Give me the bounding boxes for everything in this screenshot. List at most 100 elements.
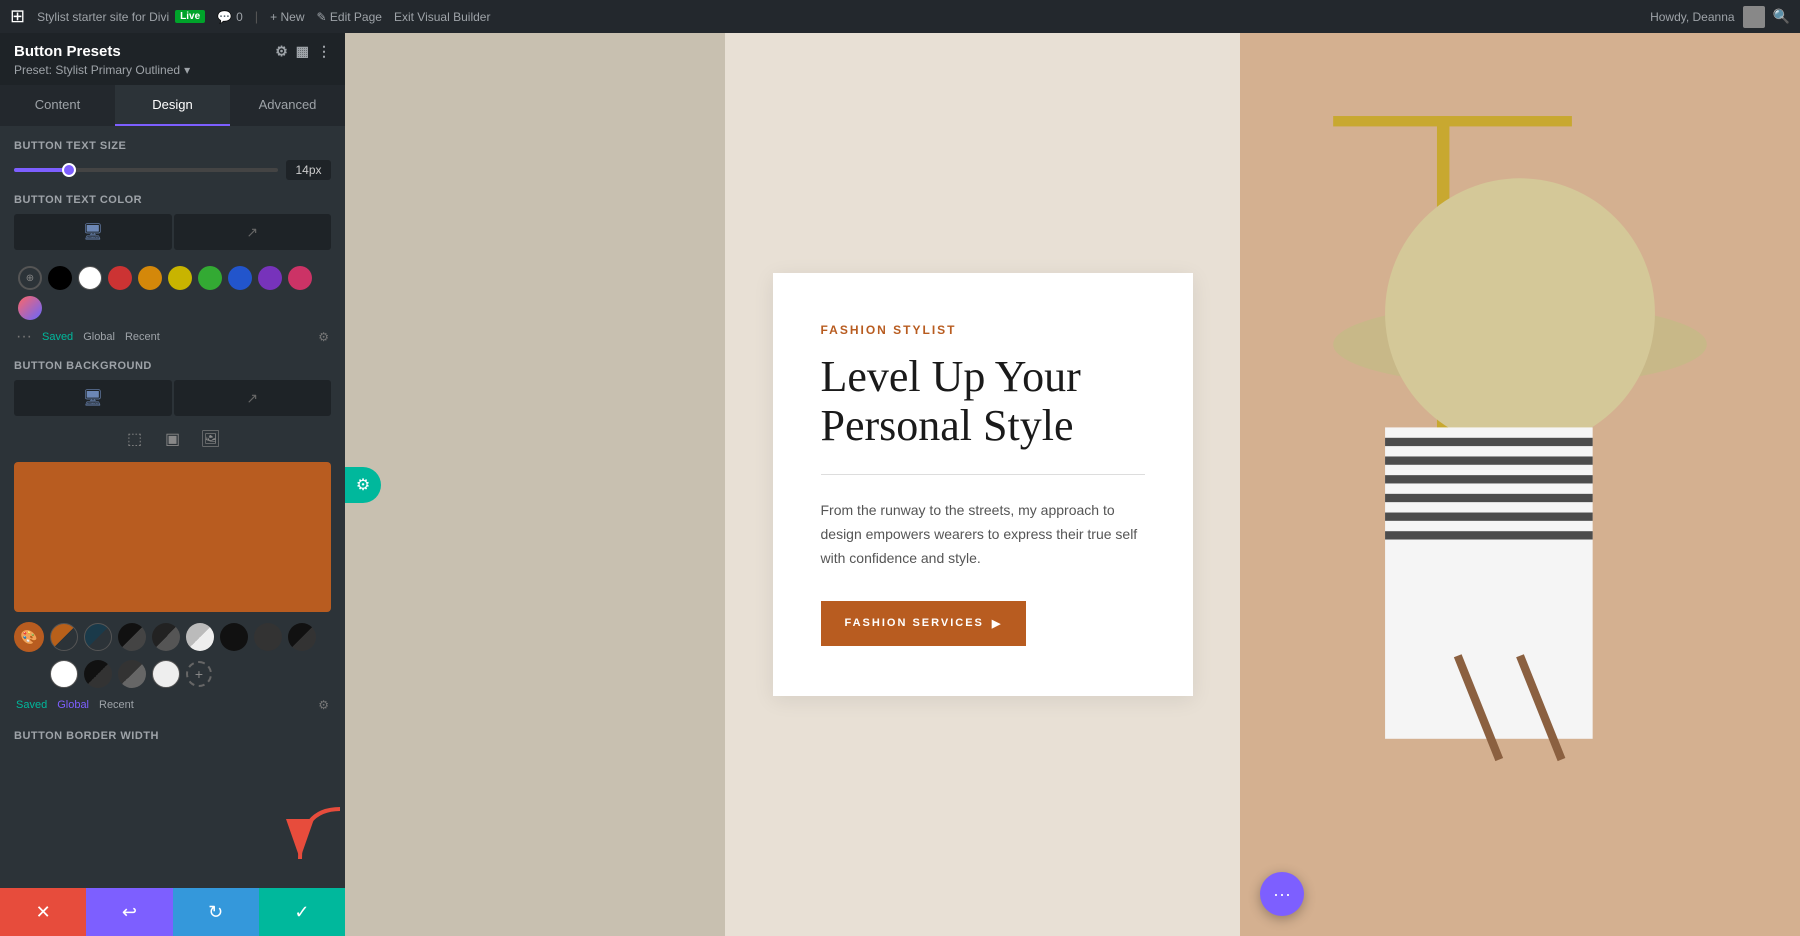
panel-more-icon[interactable]: ⋮ xyxy=(317,43,331,60)
mini-tab-global-bottom[interactable]: Global xyxy=(57,699,89,711)
palette-swatch-7[interactable] xyxy=(254,623,282,651)
panel-title-icons: ⚙ ▦ ⋮ xyxy=(275,43,331,60)
color-pick-left[interactable]: 🖥 xyxy=(14,214,172,250)
swatch-yellow[interactable] xyxy=(168,266,192,290)
bg-fill-icon[interactable]: ⬚ xyxy=(120,424,150,454)
new-button[interactable]: + New xyxy=(270,10,304,24)
mini-tab-recent[interactable]: Recent xyxy=(125,331,160,343)
swatch-red[interactable] xyxy=(108,266,132,290)
comment-count: 0 xyxy=(236,10,243,24)
card-button-arrow: ▶ xyxy=(992,617,1002,630)
slider-value[interactable]: 14px xyxy=(286,160,331,180)
mini-tabs: ··· Saved Global Recent ⚙ xyxy=(14,328,331,346)
active-color-icon[interactable]: 🎨 xyxy=(14,622,44,652)
left-panel: Button Presets ⚙ ▦ ⋮ Preset: Stylist Pri… xyxy=(0,33,345,936)
palette-swatch-dark2[interactable] xyxy=(118,660,146,688)
color-monitor-icon: 🖥 xyxy=(83,222,103,242)
palette-swatch-4[interactable] xyxy=(152,623,180,651)
slider-fill xyxy=(14,168,67,172)
btn-text-size-label: Button Text Size xyxy=(14,140,331,152)
site-info: Stylist starter site for Divi Live xyxy=(37,10,205,24)
bottom-action-bar: ✕ ↩ ↻ ✓ xyxy=(0,888,345,936)
palette-swatch-1[interactable] xyxy=(50,623,78,651)
color-arrow-icon: ↗ xyxy=(246,224,258,241)
user-greeting: Howdy, Deanna 🔍 xyxy=(1650,6,1790,28)
palette-swatch-3[interactable] xyxy=(118,623,146,651)
page-bg: FASHION STYLIST Level Up Your Personal S… xyxy=(345,33,1800,936)
panel-preset: Preset: Stylist Primary Outlined ▾ xyxy=(14,63,331,77)
btn-bg-label: Button Background xyxy=(14,360,331,372)
right-content: ⚙ FASHION STYLIST Level Up Your Personal… xyxy=(345,33,1800,936)
cancel-icon: ✕ xyxy=(36,902,51,923)
mini-tab-saved[interactable]: Saved xyxy=(42,331,73,343)
swatch-orange[interactable] xyxy=(138,266,162,290)
mini-gear-icon[interactable]: ⚙ xyxy=(318,330,329,344)
main-layout: Button Presets ⚙ ▦ ⋮ Preset: Stylist Pri… xyxy=(0,33,1800,936)
divi-toggle-btn[interactable]: ⚙ xyxy=(345,467,381,503)
undo-button[interactable]: ↩ xyxy=(86,888,172,936)
bg-type-row: ⬚ ▣ 🖼 xyxy=(14,424,331,454)
palette-swatch-light[interactable] xyxy=(152,660,180,688)
swatch-purple[interactable] xyxy=(258,266,282,290)
image-fab[interactable]: ··· xyxy=(1260,872,1304,916)
redo-icon: ↻ xyxy=(208,902,223,923)
wordpress-icon[interactable]: ⊞ xyxy=(10,6,25,27)
swatch-gradient[interactable] xyxy=(18,296,42,320)
mini-tab-saved-bottom[interactable]: Saved xyxy=(16,699,47,711)
undo-icon: ↩ xyxy=(122,902,137,923)
tab-design[interactable]: Design xyxy=(115,85,230,126)
card-eyebrow: FASHION STYLIST xyxy=(821,323,1145,337)
search-icon[interactable]: 🔍 xyxy=(1773,8,1790,25)
swatch-pink[interactable] xyxy=(288,266,312,290)
eyedropper-btn[interactable]: ⊕ xyxy=(18,266,42,290)
color-pick-right[interactable]: ↗ xyxy=(174,214,332,250)
palette-swatch-6[interactable] xyxy=(220,623,248,651)
tab-content[interactable]: Content xyxy=(0,85,115,126)
comments-link[interactable]: 💬 0 xyxy=(217,10,243,24)
swatch-green[interactable] xyxy=(198,266,222,290)
panel-title-text: Button Presets xyxy=(14,43,121,60)
mini-tabs-bottom: Saved Global Recent ⚙ xyxy=(14,698,331,712)
exit-builder-button[interactable]: Exit Visual Builder xyxy=(394,10,491,24)
palette-swatch-white[interactable] xyxy=(50,660,78,688)
swatch-white[interactable] xyxy=(78,266,102,290)
btn-text-size-track[interactable] xyxy=(14,168,278,172)
slider-thumb[interactable] xyxy=(62,163,76,177)
mini-tab-recent-bottom[interactable]: Recent xyxy=(99,699,134,711)
preset-dropdown-icon[interactable]: ▾ xyxy=(184,63,190,77)
bg-color-preview xyxy=(14,462,331,612)
palette-swatch-dark1[interactable] xyxy=(84,660,112,688)
redo-button[interactable]: ↻ xyxy=(173,888,259,936)
cancel-button[interactable]: ✕ xyxy=(0,888,86,936)
palette-swatch-2[interactable] xyxy=(84,623,112,651)
arrow-svg xyxy=(280,799,360,879)
panel-grid-icon[interactable]: ▦ xyxy=(296,43,309,60)
swatch-blue[interactable] xyxy=(228,266,252,290)
hero-image-svg xyxy=(1240,33,1800,936)
fashion-services-button[interactable]: FASHION SERVICES ▶ xyxy=(821,601,1027,646)
mini-dots[interactable]: ··· xyxy=(16,328,32,346)
palette-add-btn[interactable]: + xyxy=(186,661,212,687)
bg-color-pick-left[interactable]: 🖥 xyxy=(14,380,172,416)
hero-card: FASHION STYLIST Level Up Your Personal S… xyxy=(773,273,1193,695)
palette-swatch-5[interactable] xyxy=(186,623,214,651)
border-width-label: Button Border Width xyxy=(14,722,331,742)
bg-color-pick-right[interactable]: ↗ xyxy=(174,380,332,416)
tab-advanced[interactable]: Advanced xyxy=(230,85,345,126)
separator: | xyxy=(255,9,258,24)
mini-gear-bottom[interactable]: ⚙ xyxy=(318,698,329,712)
palette-swatch-8[interactable] xyxy=(288,623,316,651)
divi-icon: ⚙ xyxy=(356,475,370,495)
card-title: Level Up Your Personal Style xyxy=(821,353,1145,450)
bg-image-icon[interactable]: 🖼 xyxy=(196,424,226,454)
mini-tab-global[interactable]: Global xyxy=(83,331,115,343)
btn-bg-color-row: 🖥 ↗ xyxy=(14,380,331,416)
panel-settings-icon[interactable]: ⚙ xyxy=(275,43,288,60)
user-avatar xyxy=(1743,6,1765,28)
bg-arrow-icon: ↗ xyxy=(246,390,258,407)
btn-text-size-slider-row: 14px xyxy=(14,160,331,180)
bg-gradient-icon[interactable]: ▣ xyxy=(158,424,188,454)
save-button[interactable]: ✓ xyxy=(259,888,345,936)
edit-page-button[interactable]: ✎ Edit Page xyxy=(317,10,382,24)
swatch-black[interactable] xyxy=(48,266,72,290)
